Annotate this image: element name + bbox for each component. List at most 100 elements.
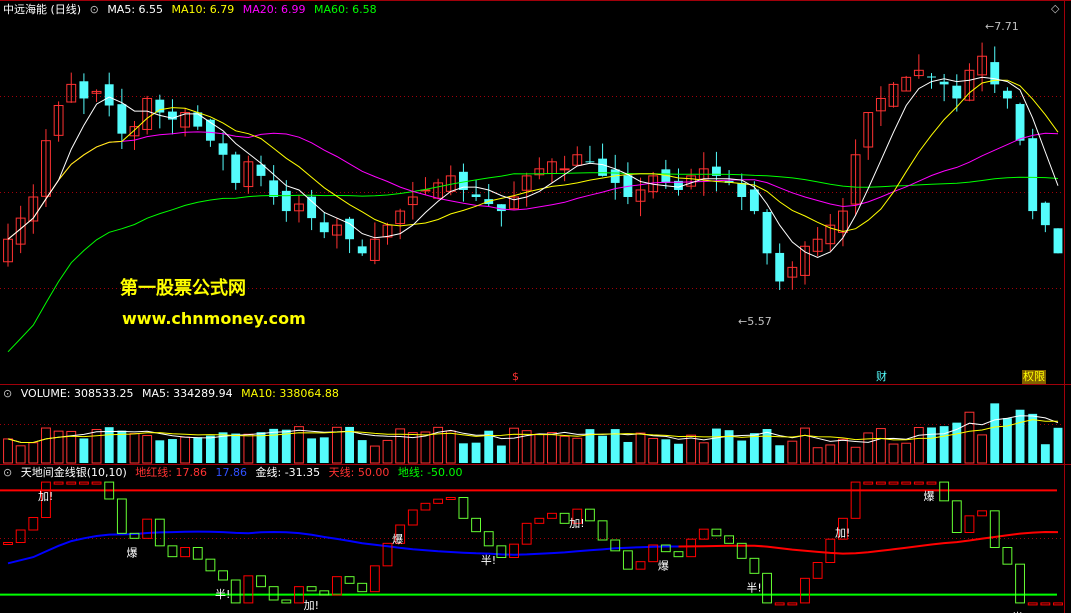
watermark-url: www.chnmoney.com (122, 309, 306, 328)
gold-line-bar (420, 502, 431, 511)
gold-line-bar (673, 551, 684, 558)
volume-bar (698, 442, 709, 464)
event-marker-rights[interactable]: 权限 (1022, 370, 1046, 384)
settings-circle-icon[interactable]: ⊙ (3, 466, 12, 479)
volume-bar (294, 426, 304, 464)
gold-line-bar (559, 512, 570, 524)
candle-body (749, 189, 759, 212)
gold-line-bar (800, 577, 810, 604)
volume-bar (901, 442, 912, 464)
gold-line-bar (28, 517, 39, 531)
volume-bar (117, 430, 127, 463)
candle-body (155, 99, 165, 113)
candle-body (496, 204, 506, 212)
candle-body (1028, 138, 1038, 212)
volume-bar (1053, 427, 1063, 463)
candle-body (1002, 90, 1012, 99)
volume-bar (1015, 409, 1025, 463)
gold-line-bar (243, 575, 254, 604)
volume-bar (686, 434, 697, 464)
volume-bar (15, 445, 26, 464)
low-price-label: ←5.57 (738, 315, 772, 328)
settings-circle-icon[interactable]: ⊙ (3, 387, 12, 400)
diamond-icon[interactable]: ◇ (1051, 2, 1059, 16)
gold-line-bar (635, 561, 646, 570)
gold-line-bar (724, 535, 735, 544)
gold-line-bar (268, 586, 279, 601)
candle-body (231, 154, 241, 183)
volume-bar (888, 443, 899, 464)
gold-line-bar (116, 498, 127, 534)
gold-line-label: 金线: -31.35 (255, 466, 321, 479)
candle-body (218, 143, 228, 155)
signal-label: 爆 (127, 545, 138, 559)
gold-line-bar (774, 602, 785, 606)
volume-label: VOLUME: 308533.25 (20, 387, 134, 400)
volume-bar (319, 437, 329, 463)
candle-body (1015, 104, 1025, 141)
volume-bar (256, 432, 266, 463)
gold-line-bar (964, 515, 975, 533)
volume-bar (737, 440, 747, 463)
gold-line-bar (1015, 563, 1025, 604)
gold-line-bar (787, 602, 798, 606)
candle-body (1053, 228, 1063, 254)
ma5-line (7, 76, 1059, 259)
candle-body (281, 190, 291, 212)
volume-bar (269, 428, 279, 463)
volume-bar (231, 433, 241, 463)
event-marker-dollar[interactable]: $ (512, 370, 519, 384)
volume-bar (674, 443, 683, 463)
gold-line-bar (521, 522, 532, 545)
candlestick-series (3, 42, 1063, 291)
volume-ma5-label: MA5: 334289.94 (141, 387, 233, 400)
gold-line-bar (977, 510, 988, 517)
gold-line-bar (901, 481, 912, 485)
gold-line-bar (698, 528, 709, 540)
candle-body (939, 81, 949, 85)
gold-line-bar (888, 481, 899, 485)
volume-bar (812, 447, 823, 464)
signal-label: 加! (569, 517, 584, 530)
signal-label: 半! (215, 587, 230, 601)
volume-bar (977, 434, 988, 464)
gold-line-bar (205, 558, 216, 572)
volume-bar (129, 433, 140, 464)
gold-line-bar (180, 547, 191, 558)
gold-line-bar (850, 481, 861, 519)
candle-body (79, 81, 89, 99)
volume-bar (1040, 444, 1050, 463)
ma20-label: MA20: 6.99 (242, 3, 306, 16)
signal-label: 半! (481, 553, 496, 567)
candle-body (193, 112, 203, 127)
gold-line-bar (1053, 602, 1063, 606)
gold-line-bar (3, 542, 13, 545)
volume-bar (53, 430, 64, 464)
gold-line-bar (53, 481, 64, 485)
event-marker-finance[interactable]: 财 (876, 370, 887, 384)
volume-bar (41, 427, 51, 464)
ma60-label: MA60: 6.58 (313, 3, 377, 16)
candle-body (775, 252, 785, 282)
stock-chart: 加!爆半!加!爆半!加!爆半!加!爆半! (0, 0, 1071, 613)
gold-line-bar (78, 481, 89, 485)
gold-line-bar (597, 520, 608, 541)
volume-bars (3, 403, 1063, 464)
signal-label: 加! (38, 490, 53, 503)
gold-line-bar (686, 538, 697, 558)
volume-bar (927, 427, 936, 463)
settings-circle-icon[interactable]: ⊙ (90, 3, 99, 16)
volume-bar (598, 435, 608, 463)
indicator-title: 天地间金线银(10,10) (20, 466, 127, 479)
red-trend-line (678, 530, 1059, 555)
volume-bar (623, 441, 633, 463)
gold-line-bar (496, 545, 507, 558)
volume-bar (307, 438, 317, 463)
volume-bar (79, 438, 89, 463)
volume-bar (952, 422, 962, 463)
grid (0, 0, 1071, 613)
ma5-label: MA5: 6.55 (107, 3, 164, 16)
volume-bar (838, 438, 848, 464)
volume-bar (990, 403, 1000, 463)
gold-line-bar (711, 528, 722, 537)
